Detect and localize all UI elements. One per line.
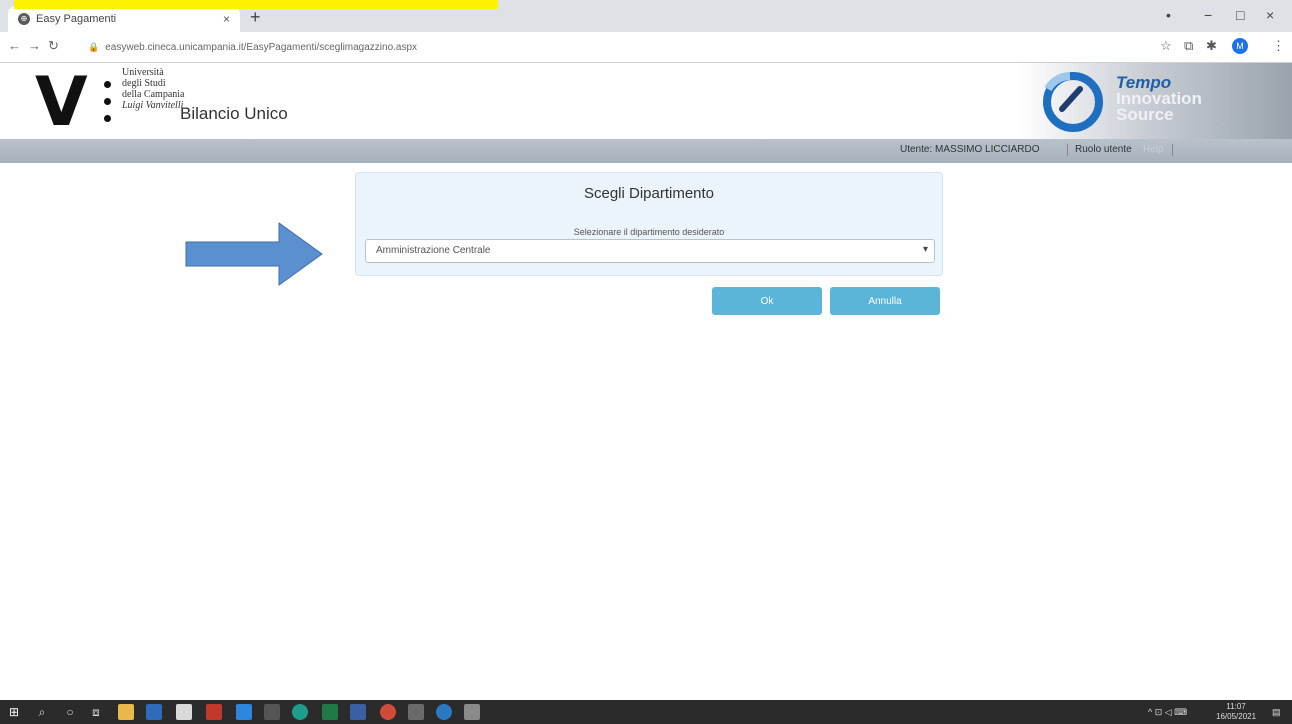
task-view-icon[interactable]: ⧈	[88, 704, 104, 720]
url-text: easyweb.cineca.unicampania.it/EasyPagame…	[105, 41, 418, 53]
media-icon[interactable]	[264, 704, 280, 720]
tab-close-icon[interactable]: ×	[223, 12, 230, 26]
store-icon[interactable]	[176, 704, 192, 720]
windows-taskbar: ⊞ ⌕ ○ ⧈ ^ ⊡ ◁ ⌨ 11:07 16/05/2021 ▤	[0, 700, 1292, 724]
lock-icon: 🔒	[88, 41, 100, 52]
divider	[1172, 144, 1173, 156]
menu-icon[interactable]: ⋮	[1272, 39, 1285, 53]
app-title: Bilancio Unico	[180, 104, 288, 123]
extensions-icon[interactable]: ✱	[1206, 39, 1217, 53]
department-dialog: Scegli Dipartimento Selezionare il dipar…	[355, 172, 943, 276]
annotation-arrow-icon	[185, 222, 323, 286]
star-icon[interactable]: ☆	[1160, 39, 1172, 53]
maximize-button[interactable]: □	[1236, 8, 1244, 22]
ok-button[interactable]: Ok	[712, 287, 822, 315]
cortana-icon[interactable]: ○	[62, 704, 78, 720]
role-link[interactable]: Ruolo utente	[1075, 144, 1132, 155]
clock[interactable]: 11:07 16/05/2021	[1216, 702, 1256, 722]
browser-icon[interactable]	[436, 704, 452, 720]
user-bar: Utente: MASSIMO LICCIARDO Ruolo utente H…	[0, 139, 1292, 163]
address-bar: ← → ↻ 🔒 easyweb.cineca.unicampania.it/Ea…	[0, 32, 1292, 63]
help-link[interactable]: Help	[1143, 144, 1164, 155]
file-explorer-icon[interactable]	[118, 704, 134, 720]
chrome-icon[interactable]	[380, 704, 396, 720]
minimize-button[interactable]: −	[1204, 8, 1212, 22]
chevron-down-icon: ▾	[922, 244, 928, 255]
url-field[interactable]: 🔒 easyweb.cineca.unicampania.it/EasyPaga…	[88, 37, 1138, 57]
active-app-icon[interactable]	[464, 704, 480, 720]
search-icon[interactable]: ⌕	[34, 704, 50, 720]
browser-tab[interactable]: ⊕ Easy Pagamenti ×	[8, 6, 240, 32]
yellow-highlight	[14, 0, 498, 9]
bank-icon[interactable]	[350, 704, 366, 720]
account-indicator-icon[interactable]: •	[1166, 8, 1171, 22]
dialog-title: Scegli Dipartimento	[583, 185, 715, 202]
outlook-icon[interactable]	[146, 704, 162, 720]
cancel-button[interactable]: Annulla	[830, 287, 940, 315]
tab-title: Easy Pagamenti	[36, 13, 117, 25]
excel-icon[interactable]	[322, 704, 338, 720]
reload-icon[interactable]: ↻	[48, 39, 59, 53]
site-header: V Università degli Studi della Campania …	[0, 63, 1292, 139]
mail-icon[interactable]	[236, 704, 252, 720]
logo-dots-icon	[104, 81, 111, 132]
brand-banner: Tempo Innovation Source	[1020, 63, 1292, 139]
brand-name: Tempo Innovation Source	[1116, 73, 1202, 124]
tempo-logo-icon	[1043, 72, 1103, 132]
university-name: Università degli Studi della Campania Lu…	[122, 67, 185, 111]
tray-icons[interactable]: ^ ⊡ ◁ ⌨	[1148, 706, 1187, 718]
notifications-icon[interactable]: ▤	[1272, 706, 1281, 718]
dialog-hint: Selezionare il dipartimento desiderato	[573, 227, 725, 237]
edge-icon[interactable]	[292, 704, 308, 720]
university-logo: V	[35, 63, 88, 142]
divider	[1067, 144, 1068, 156]
select-value: Amministrazione Centrale	[376, 245, 491, 256]
acrobat-icon[interactable]	[206, 704, 222, 720]
department-select[interactable]: Amministrazione Centrale ▾	[365, 239, 935, 263]
profile-avatar[interactable]: M	[1232, 38, 1248, 54]
windows-start-icon[interactable]: ⊞	[6, 704, 22, 720]
globe-icon: ⊕	[18, 13, 30, 25]
forward-icon[interactable]: →	[28, 39, 41, 53]
new-tab-button[interactable]: +	[250, 8, 261, 26]
user-label: Utente: MASSIMO LICCIARDO	[900, 144, 1040, 155]
app-icon[interactable]	[408, 704, 424, 720]
back-icon[interactable]: ←	[8, 39, 21, 53]
window-close-button[interactable]: ×	[1266, 8, 1274, 22]
cast-icon[interactable]: ⧉	[1184, 39, 1193, 53]
